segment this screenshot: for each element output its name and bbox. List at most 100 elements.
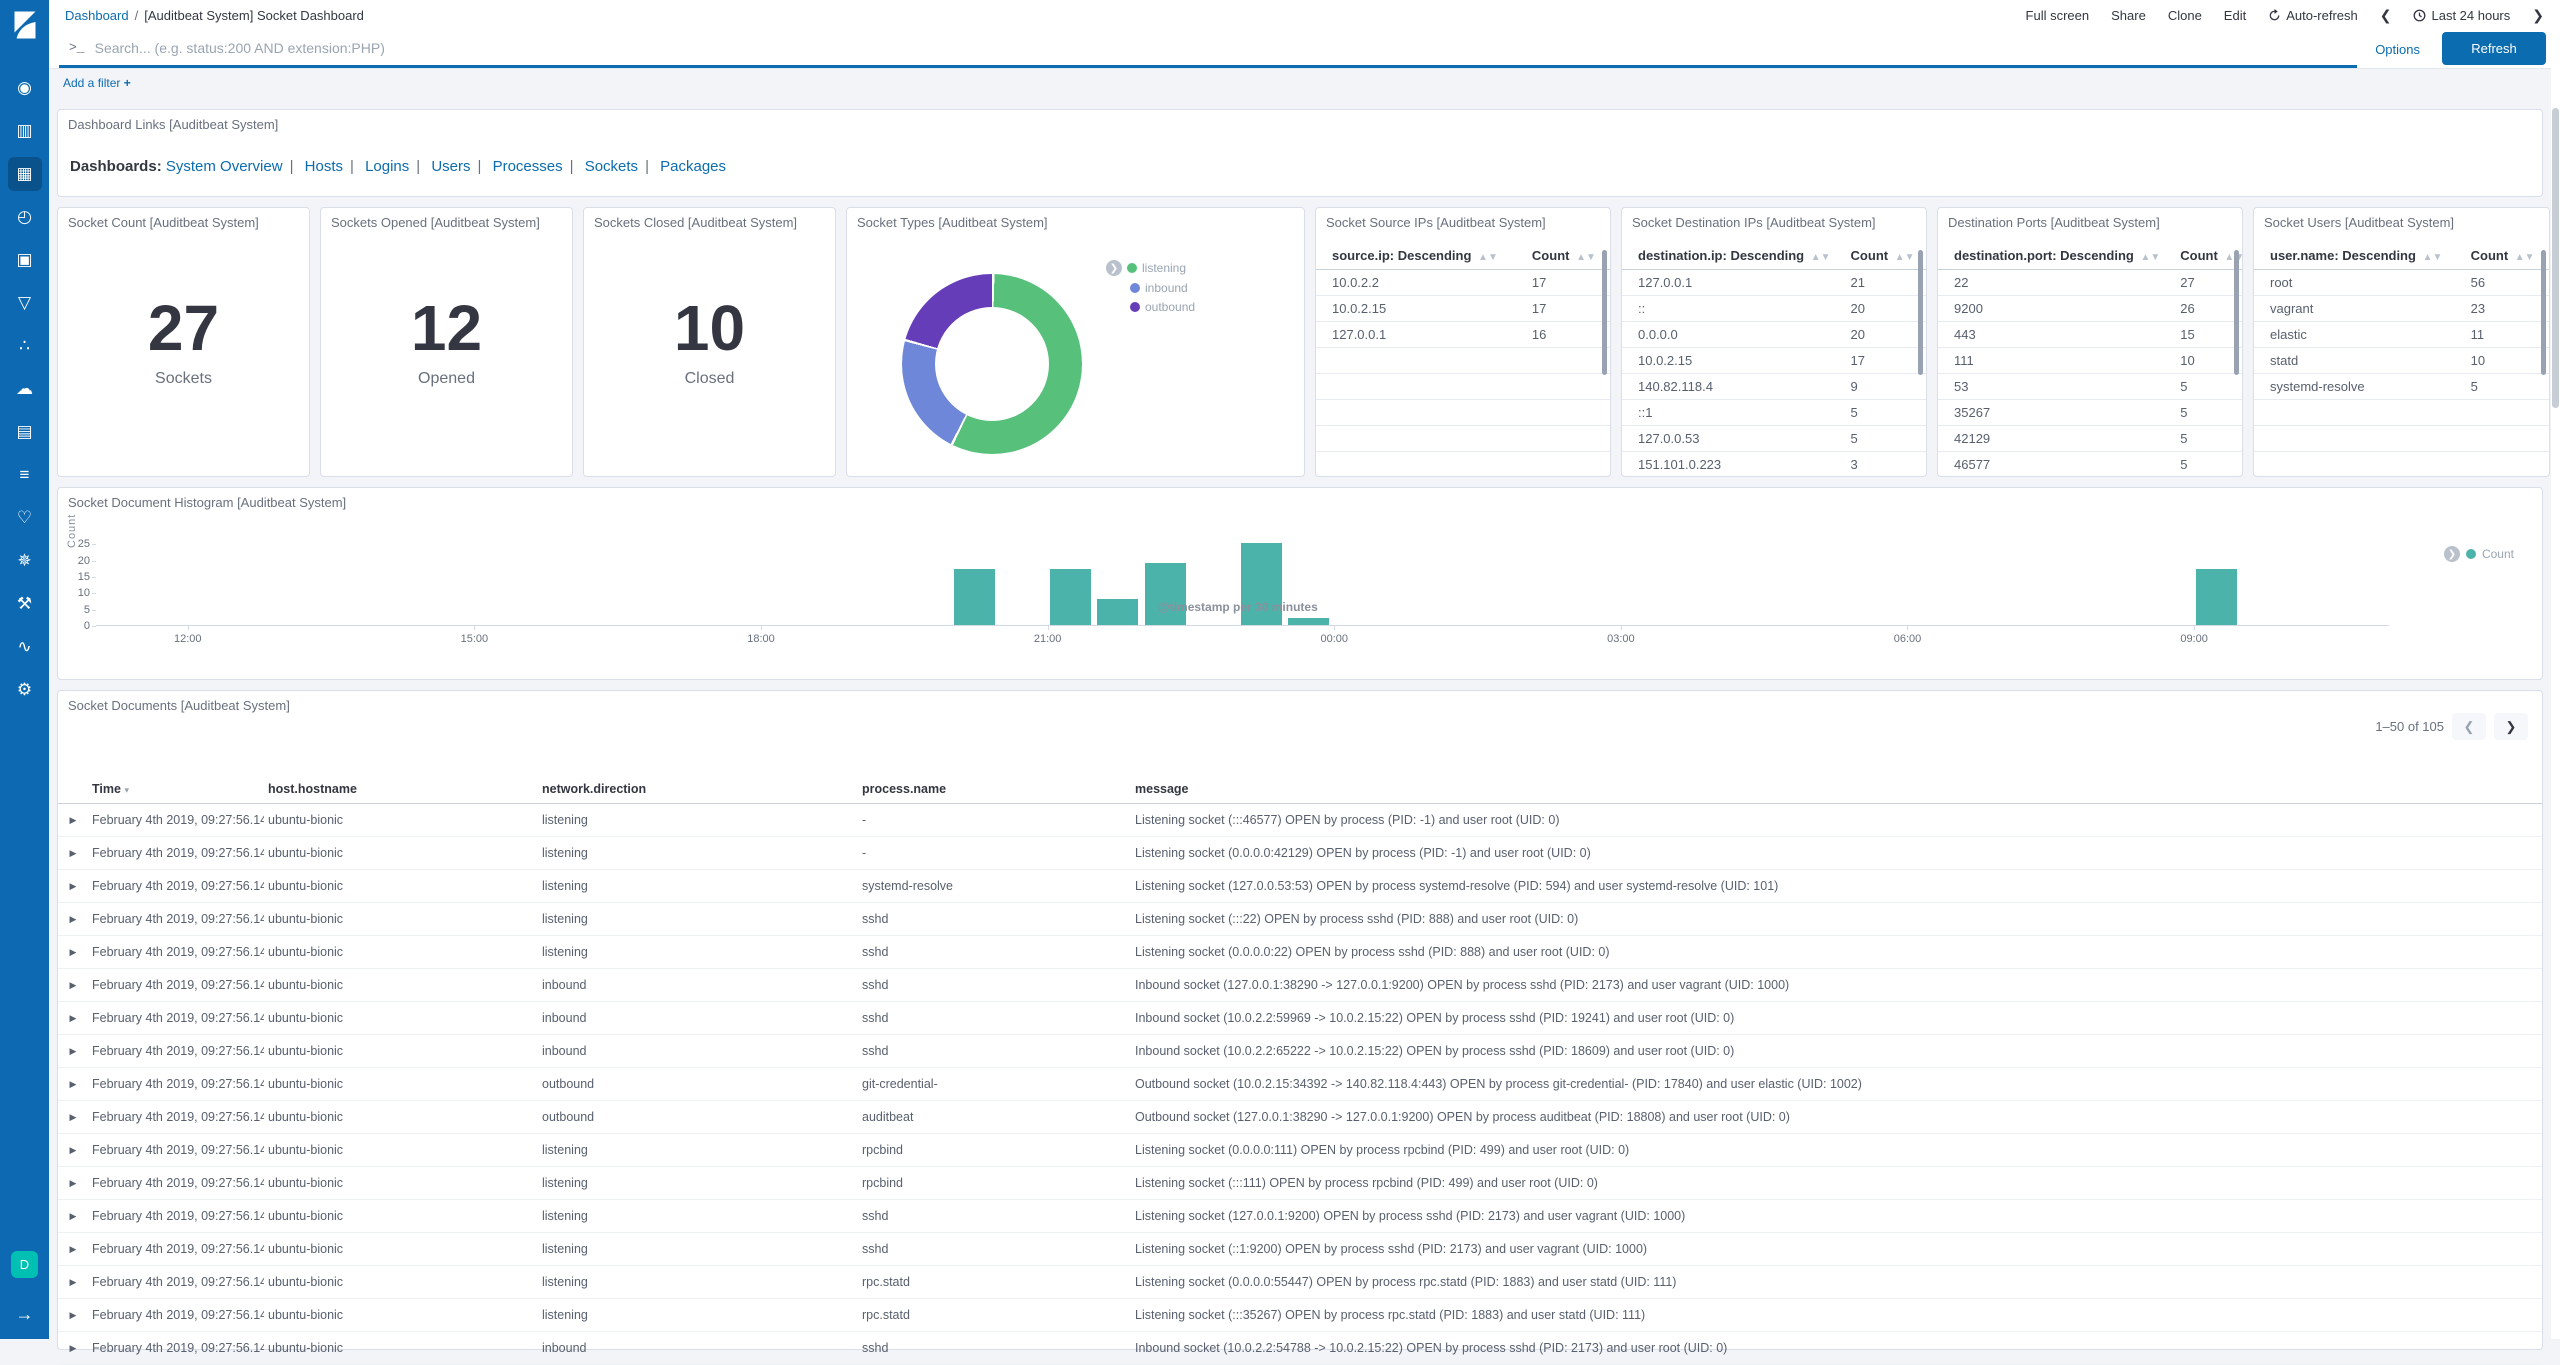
- agg-cell[interactable]: 23: [2454, 295, 2549, 322]
- expand-row-caret[interactable]: ▶: [58, 1067, 88, 1101]
- agg-cell[interactable]: vagrant: [2254, 295, 2455, 322]
- breadcrumb-dashboard-link[interactable]: Dashboard: [65, 8, 129, 23]
- agg-cell[interactable]: ::1: [1622, 399, 1835, 426]
- col-time[interactable]: Time ▾: [88, 775, 264, 804]
- nav-item-timelion[interactable]: ◴: [8, 200, 42, 234]
- agg-cell[interactable]: 16: [1515, 321, 1610, 348]
- agg-cell[interactable]: 22: [1938, 269, 2165, 296]
- nav-item-dashboard[interactable]: ▦: [7, 157, 42, 191]
- edit-button[interactable]: Edit: [2224, 8, 2246, 23]
- panel-scrollbar-thumb[interactable]: [1602, 250, 1607, 375]
- agg-cell[interactable]: 5: [1834, 425, 1926, 452]
- agg-cell[interactable]: 21: [1834, 269, 1926, 296]
- histogram-bar-21:00[interactable]: [1049, 569, 1091, 625]
- expand-row-caret[interactable]: ▶: [58, 902, 88, 936]
- agg-col-count[interactable]: Count ▲▼: [1515, 242, 1610, 270]
- agg-cell[interactable]: 26: [2164, 295, 2242, 322]
- nav-item-infrastructure[interactable]: ☁: [8, 372, 42, 406]
- expand-row-caret[interactable]: ▶: [58, 1298, 88, 1332]
- col-process[interactable]: process.name: [858, 775, 1131, 804]
- nav-item-dev-tools[interactable]: ⚒: [8, 587, 42, 621]
- dashboard-link-processes[interactable]: Processes: [493, 158, 563, 175]
- agg-cell[interactable]: 127.0.0.1: [1316, 321, 1516, 348]
- legend-label[interactable]: Count: [2482, 547, 2514, 561]
- agg-cell[interactable]: 11: [2454, 321, 2549, 348]
- agg-cell[interactable]: 5: [2164, 425, 2242, 452]
- nav-item-canvas[interactable]: ▣: [8, 243, 42, 277]
- agg-cell[interactable]: 127.0.0.53: [1622, 425, 1835, 452]
- agg-cell[interactable]: 17: [1515, 295, 1610, 322]
- dashboard-link-hosts[interactable]: Hosts: [305, 158, 343, 175]
- agg-col-bucket[interactable]: user.name: Descending ▲▼: [2254, 242, 2455, 270]
- nav-item-monitoring[interactable]: ∿: [8, 630, 42, 664]
- prev-page-button[interactable]: ❮: [2452, 713, 2486, 740]
- full-screen-button[interactable]: Full screen: [2026, 8, 2090, 23]
- agg-cell[interactable]: 9: [1834, 373, 1926, 400]
- expand-row-caret[interactable]: ▶: [58, 1199, 88, 1233]
- col-message[interactable]: message: [1131, 775, 2542, 804]
- agg-cell[interactable]: 46577: [1938, 451, 2165, 476]
- agg-cell[interactable]: ::: [1622, 295, 1835, 322]
- col-direction[interactable]: network.direction: [538, 775, 858, 804]
- dashboard-link-sockets[interactable]: Sockets: [585, 158, 638, 175]
- agg-cell[interactable]: 5: [2164, 373, 2242, 400]
- histogram-bar-23:30[interactable]: [1288, 618, 1330, 625]
- agg-cell[interactable]: root: [2254, 269, 2455, 296]
- col-host[interactable]: host.hostname: [264, 775, 538, 804]
- agg-cell[interactable]: 140.82.118.4: [1622, 373, 1835, 400]
- agg-cell[interactable]: 42129: [1938, 425, 2165, 452]
- kibana-logo[interactable]: [0, 0, 49, 49]
- expand-row-caret[interactable]: ▶: [58, 935, 88, 969]
- nav-item-management[interactable]: ⚙: [8, 673, 42, 707]
- agg-col-count[interactable]: Count ▲▼: [2164, 242, 2242, 270]
- agg-cell[interactable]: 56: [2454, 269, 2549, 296]
- nav-item-maps[interactable]: ▽: [8, 286, 42, 320]
- nav-item-apm[interactable]: ≡: [8, 458, 42, 492]
- histogram-bar-20:00[interactable]: [954, 569, 996, 625]
- agg-cell[interactable]: 0.0.0.0: [1622, 321, 1835, 348]
- share-button[interactable]: Share: [2111, 8, 2146, 23]
- expand-row-caret[interactable]: ▶: [58, 1331, 88, 1365]
- agg-cell[interactable]: 10: [2454, 347, 2549, 374]
- agg-cell[interactable]: 17: [1834, 347, 1926, 374]
- agg-cell[interactable]: 20: [1834, 321, 1926, 348]
- agg-cell[interactable]: 3: [1834, 451, 1926, 476]
- time-range-picker[interactable]: Last 24 hours: [2413, 8, 2510, 23]
- agg-cell[interactable]: 53: [1938, 373, 2165, 400]
- agg-cell[interactable]: 151.101.0.223: [1622, 451, 1835, 476]
- panel-scrollbar-thumb[interactable]: [2541, 250, 2546, 375]
- panel-scrollbar-thumb[interactable]: [1918, 250, 1923, 375]
- agg-cell[interactable]: systemd-resolve: [2254, 373, 2455, 400]
- panel-scrollbar-thumb[interactable]: [2234, 250, 2239, 375]
- histogram-bar-21:30[interactable]: [1097, 598, 1139, 625]
- histogram-bar-09:00[interactable]: [2196, 569, 2238, 625]
- add-filter-button[interactable]: Add a filter +: [63, 76, 131, 90]
- query-options-link[interactable]: Options: [2375, 42, 2420, 57]
- nav-item-uptime[interactable]: ♡: [8, 501, 42, 535]
- expand-row-caret[interactable]: ▶: [58, 1265, 88, 1299]
- legend-label-listening[interactable]: listening: [1142, 261, 1186, 275]
- agg-col-bucket[interactable]: destination.port: Descending ▲▼: [1938, 242, 2165, 270]
- nav-item-logs[interactable]: ▤: [8, 415, 42, 449]
- expand-row-caret[interactable]: ▶: [58, 1034, 88, 1068]
- auto-refresh-button[interactable]: Auto-refresh: [2268, 8, 2358, 23]
- expand-row-caret[interactable]: ▶: [58, 869, 88, 903]
- time-back-chevron[interactable]: ❮: [2380, 7, 2392, 24]
- agg-cell[interactable]: 111: [1938, 347, 2165, 374]
- agg-cell[interactable]: 17: [1515, 269, 1610, 296]
- agg-cell[interactable]: 5: [2454, 373, 2549, 400]
- agg-col-count[interactable]: Count ▲▼: [1834, 242, 1926, 270]
- dashboard-link-logins[interactable]: Logins: [365, 158, 409, 175]
- dashboard-link-system-overview[interactable]: System Overview: [166, 158, 283, 175]
- agg-cell[interactable]: 10: [2164, 347, 2242, 374]
- time-forward-chevron[interactable]: ❯: [2532, 7, 2544, 24]
- expand-row-caret[interactable]: ▶: [58, 1133, 88, 1167]
- agg-col-bucket[interactable]: destination.ip: Descending ▲▼: [1622, 242, 1835, 270]
- expand-row-caret[interactable]: ▶: [58, 1166, 88, 1200]
- expand-row-caret[interactable]: ▶: [58, 968, 88, 1002]
- nav-item-discover[interactable]: ◉: [8, 71, 42, 105]
- agg-cell[interactable]: 5: [1834, 399, 1926, 426]
- expand-row-caret[interactable]: ▶: [58, 1001, 88, 1035]
- clone-button[interactable]: Clone: [2168, 8, 2202, 23]
- page-scrollbar-thumb[interactable]: [2552, 108, 2559, 408]
